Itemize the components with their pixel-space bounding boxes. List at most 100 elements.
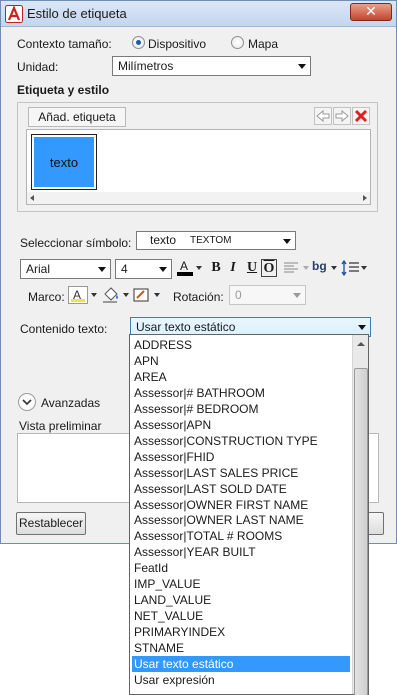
symbol-label: Seleccionar símbolo: <box>20 236 132 250</box>
scroll-arrows-icon <box>30 195 367 201</box>
dropdown-option[interactable]: ADDRESS <box>132 337 352 353</box>
radio-device[interactable] <box>132 36 145 49</box>
italic-button[interactable]: I <box>225 259 241 277</box>
line-spacing-icon <box>341 259 359 277</box>
yellow-swatch <box>71 299 85 302</box>
close-icon: ✕ <box>365 3 377 19</box>
dropdown-option[interactable]: Assessor|OWNER LAST NAME <box>132 512 352 528</box>
chevron-down-icon <box>154 293 160 297</box>
dropdown-option[interactable]: Assessor|LAST SALES PRICE <box>132 465 352 481</box>
label-item[interactable]: texto <box>31 134 97 190</box>
frame-label: Marco: <box>28 290 65 304</box>
dropdown-option[interactable]: Usar expresión <box>132 672 352 688</box>
dropdown-option[interactable]: STNAME <box>132 640 352 656</box>
scroll-up-icon[interactable] <box>353 337 369 351</box>
bold-button[interactable]: B <box>208 259 224 277</box>
dropdown-option[interactable]: AREA <box>132 369 352 385</box>
line-spacing-button[interactable] <box>341 259 361 277</box>
chevron-down-icon <box>283 239 291 244</box>
chevron-down-icon <box>331 266 337 270</box>
move-right-button[interactable] <box>333 107 351 125</box>
color-swatch <box>177 272 193 276</box>
rotation-label: Rotación: <box>173 290 224 304</box>
font-size-input[interactable]: 4 <box>115 259 172 279</box>
label-list: texto <box>26 129 371 205</box>
rotation-value: 0 <box>235 288 242 302</box>
dropdown-option[interactable]: APN <box>132 353 352 369</box>
dropdown-scrollbar[interactable] <box>352 335 369 695</box>
dropdown-option[interactable]: Assessor|CONSTRUCTION TYPE <box>132 433 352 449</box>
dropdown-option[interactable]: Assessor|APN <box>132 417 352 433</box>
symbol-select[interactable]: texto TEXTOM <box>136 231 296 250</box>
horizontal-scrollbar[interactable] <box>27 192 370 204</box>
title-bar[interactable]: Estilo de etiqueta ✕ <box>1 1 396 27</box>
preview-label: Vista preliminar <box>19 419 102 433</box>
size-context-label: Contexto tamaño: <box>17 37 112 51</box>
symbol-preview: texto <box>150 233 177 247</box>
text-color-button[interactable]: A <box>176 259 194 277</box>
advanced-toggle[interactable] <box>18 393 36 411</box>
label-item-text: texto <box>34 137 94 187</box>
dropdown-option[interactable]: IMP_VALUE <box>132 576 352 592</box>
paint-bucket-icon <box>103 287 118 303</box>
dropdown-option[interactable]: LAND_VALUE <box>132 592 352 608</box>
overline-button[interactable]: O <box>261 259 277 277</box>
dropdown-option[interactable]: Usar texto estático <box>132 656 350 672</box>
chevron-down-icon <box>303 266 309 270</box>
chevron-down-icon <box>159 267 167 272</box>
chevron-down-icon <box>196 266 202 270</box>
chevron-down-icon <box>91 293 97 297</box>
chevron-down-icon <box>358 325 366 330</box>
hidden-dialog-button[interactable] <box>367 512 384 535</box>
reset-button[interactable]: Restablecer <box>16 512 86 535</box>
rotation-select[interactable]: 0 <box>229 285 306 305</box>
font-select[interactable]: Arial <box>20 259 111 279</box>
dropdown-option[interactable]: Assessor|# BEDROOM <box>132 401 352 417</box>
frame-style-button[interactable] <box>132 286 152 304</box>
content-label: Contenido texto: <box>20 322 108 336</box>
frame-fill-button[interactable] <box>101 286 121 304</box>
units-select[interactable]: Milímetros <box>112 56 311 76</box>
chevron-down-icon <box>361 266 367 270</box>
dropdown-option[interactable]: Assessor|TOTAL # ROOMS <box>132 528 352 544</box>
add-label-button[interactable]: Añad. etiqueta <box>28 107 126 127</box>
content-dropdown-list[interactable]: ADDRESS APN AREA Assessor|# BATHROOM Assesso… <box>129 334 369 695</box>
chevron-down-icon <box>22 399 32 406</box>
radio-device-label[interactable]: Dispositivo <box>148 37 206 51</box>
frame-edit-icon <box>133 288 149 302</box>
align-icon <box>284 262 298 273</box>
units-label: Unidad: <box>17 60 59 74</box>
dropdown-option[interactable]: NET_VALUE <box>132 608 352 624</box>
delete-label-button[interactable] <box>352 107 370 125</box>
advanced-label: Avanzadas <box>41 396 101 410</box>
dropdown-option[interactable]: Assessor|YEAR BUILT <box>132 544 352 560</box>
align-button[interactable] <box>282 260 302 276</box>
dropdown-option[interactable]: Assessor|LAST SOLD DATE <box>132 481 352 497</box>
dropdown-scroll-thumb[interactable] <box>354 368 368 695</box>
autocad-app-icon <box>5 5 23 23</box>
chevron-down-icon <box>98 267 106 272</box>
background-button[interactable]: bg <box>312 259 330 277</box>
underline-button[interactable]: U <box>244 259 260 277</box>
text-color-icon: A <box>180 259 189 273</box>
dropdown-option[interactable]: PRIMARYINDEX <box>132 624 352 640</box>
chevron-down-icon <box>298 64 306 69</box>
units-value: Milímetros <box>118 59 174 73</box>
label-style-group: Añad. etiqueta texto <box>17 102 378 212</box>
dropdown-option[interactable]: FeatId <box>132 560 352 576</box>
frame-color-button[interactable]: A <box>68 286 88 304</box>
close-button[interactable]: ✕ <box>350 3 392 21</box>
move-left-button[interactable] <box>314 107 332 125</box>
label-style-heading: Etiqueta y estilo <box>17 83 110 97</box>
dropdown-option[interactable]: Assessor|# BATHROOM <box>132 385 352 401</box>
arrow-left-icon <box>316 109 330 123</box>
chevron-down-icon <box>123 293 129 297</box>
chevron-down-icon <box>293 293 301 298</box>
dropdown-option[interactable]: Assessor|OWNER FIRST NAME <box>132 497 352 513</box>
window-title: Estilo de etiqueta <box>27 6 127 21</box>
font-value: Arial <box>26 262 51 276</box>
radio-map[interactable] <box>231 36 244 49</box>
radio-map-label[interactable]: Mapa <box>248 37 278 51</box>
dropdown-option[interactable]: Assessor|FHID <box>132 449 352 465</box>
symbol-value: TEXTOM <box>190 235 232 246</box>
